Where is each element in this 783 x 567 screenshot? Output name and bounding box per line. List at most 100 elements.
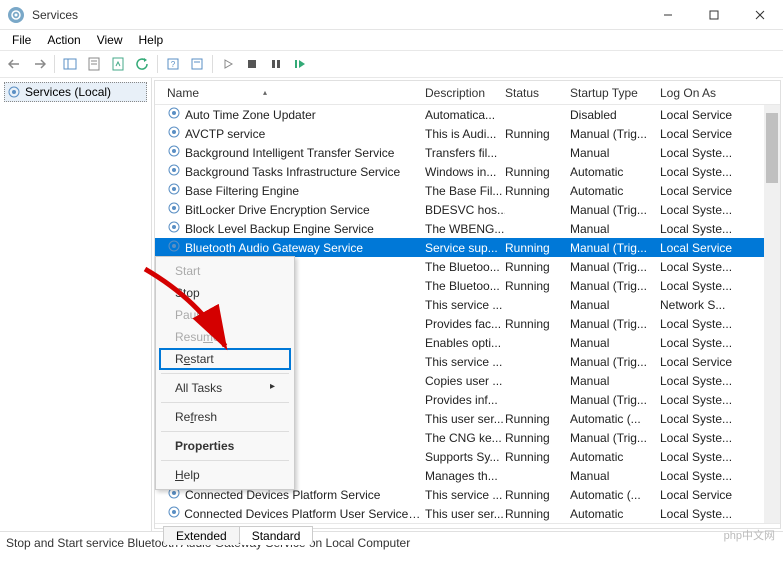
show-hide-tree-button[interactable]: [59, 53, 81, 75]
service-desc: This user ser...: [425, 507, 505, 521]
service-logon: Local Syste...: [660, 469, 750, 483]
ctx-resume: Resume: [159, 326, 291, 348]
service-row[interactable]: Connected Devices Platform User Service_…: [155, 504, 780, 523]
service-desc: This user ser...: [425, 412, 505, 426]
service-logon: Local Service: [660, 127, 750, 141]
service-startup: Manual (Trig...: [570, 355, 660, 369]
maximize-button[interactable]: [691, 0, 737, 30]
service-status: Running: [505, 165, 570, 179]
service-status: Running: [505, 127, 570, 141]
service-logon: Local Service: [660, 108, 750, 122]
ctx-all-tasks[interactable]: All Tasks: [159, 377, 291, 399]
service-desc: Supports Sy...: [425, 450, 505, 464]
service-row[interactable]: Background Tasks Infrastructure ServiceW…: [155, 162, 780, 181]
service-logon: Local Service: [660, 355, 750, 369]
stop-service-button[interactable]: [241, 53, 263, 75]
service-status: Running: [505, 317, 570, 331]
ctx-refresh[interactable]: Refresh: [159, 406, 291, 428]
ctx-sep3: [161, 431, 289, 432]
watermark: php中文网: [724, 527, 775, 543]
service-desc: BDESVC hos...: [425, 203, 505, 217]
service-startup: Manual (Trig...: [570, 203, 660, 217]
forward-button[interactable]: [28, 53, 50, 75]
help-button[interactable]: ?: [162, 53, 184, 75]
service-logon: Local Service: [660, 241, 750, 255]
menu-view[interactable]: View: [89, 31, 131, 49]
service-row[interactable]: Bluetooth Audio Gateway ServiceService s…: [155, 238, 780, 257]
service-row[interactable]: Auto Time Zone UpdaterAutomatica...Disab…: [155, 105, 780, 124]
service-desc: Enables opti...: [425, 336, 505, 350]
service-desc: The CNG ke...: [425, 431, 505, 445]
service-logon: Local Syste...: [660, 412, 750, 426]
close-button[interactable]: [737, 0, 783, 30]
service-logon: Local Syste...: [660, 450, 750, 464]
menu-help[interactable]: Help: [131, 31, 172, 49]
service-startup: Manual: [570, 146, 660, 160]
ctx-stop[interactable]: Stop: [159, 282, 291, 304]
service-row[interactable]: BitLocker Drive Encryption ServiceBDESVC…: [155, 200, 780, 219]
service-name: Base Filtering Engine: [185, 184, 299, 198]
start-service-button[interactable]: [217, 53, 239, 75]
service-name: Connected Devices Platform User Service_…: [184, 507, 425, 521]
menu-file[interactable]: File: [4, 31, 39, 49]
col-status-header[interactable]: Status: [505, 86, 570, 100]
ctx-restart[interactable]: Restart: [159, 348, 291, 370]
ctx-sep1: [161, 373, 289, 374]
tree-pane: Services (Local): [0, 78, 152, 531]
menu-action[interactable]: Action: [39, 31, 88, 49]
service-logon: Local Syste...: [660, 431, 750, 445]
service-row[interactable]: Block Level Backup Engine ServiceThe WBE…: [155, 219, 780, 238]
service-startup: Automatic: [570, 507, 660, 521]
service-name: Block Level Backup Engine Service: [185, 222, 374, 236]
ctx-help[interactable]: Help: [159, 464, 291, 486]
gear-icon: [167, 220, 181, 237]
tree-root-item[interactable]: Services (Local): [4, 82, 147, 102]
back-button[interactable]: [4, 53, 26, 75]
minimize-button[interactable]: [645, 0, 691, 30]
service-desc: This service ...: [425, 355, 505, 369]
scrollbar-thumb[interactable]: [766, 113, 778, 183]
service-status: Running: [505, 431, 570, 445]
col-name-header[interactable]: Name▴: [155, 86, 425, 100]
pause-service-button[interactable]: [265, 53, 287, 75]
scrollbar-track[interactable]: [764, 105, 780, 523]
service-row[interactable]: Background Intelligent Transfer ServiceT…: [155, 143, 780, 162]
restart-service-button[interactable]: [289, 53, 311, 75]
titlebar: Services: [0, 0, 783, 30]
col-desc-header[interactable]: Description: [425, 86, 505, 100]
toolbar: ?: [0, 50, 783, 78]
service-desc: The Base Fil...: [425, 184, 505, 198]
service-startup: Manual (Trig...: [570, 260, 660, 274]
service-logon: Local Syste...: [660, 317, 750, 331]
column-headers: Name▴ Description Status Startup Type Lo…: [155, 81, 780, 105]
ctx-start: Start: [159, 260, 291, 282]
service-startup: Automatic (...: [570, 488, 660, 502]
export-button[interactable]: [107, 53, 129, 75]
service-logon: Local Syste...: [660, 374, 750, 388]
col-logon-header[interactable]: Log On As: [660, 86, 750, 100]
service-startup: Manual: [570, 374, 660, 388]
service-logon: Network S...: [660, 298, 750, 312]
service-logon: Local Syste...: [660, 279, 750, 293]
service-status: Running: [505, 279, 570, 293]
service-startup: Automatic (...: [570, 412, 660, 426]
service-name: AVCTP service: [185, 127, 265, 141]
service-row[interactable]: Base Filtering Engine The Base Fil...Runn…: [155, 181, 780, 200]
service-status: Running: [505, 184, 570, 198]
refresh-button[interactable]: [131, 53, 153, 75]
help2-button[interactable]: [186, 53, 208, 75]
service-name: Bluetooth Audio Gateway Service: [185, 241, 363, 255]
tab-standard[interactable]: Standard: [239, 526, 314, 545]
service-name: Background Tasks Infrastructure Service: [185, 165, 400, 179]
properties-button[interactable]: [83, 53, 105, 75]
service-status: Running: [505, 412, 570, 426]
tab-extended[interactable]: Extended: [163, 526, 240, 545]
service-row[interactable]: AVCTP serviceThis is Audi...RunningManua…: [155, 124, 780, 143]
gear-icon: [167, 182, 181, 199]
service-logon: Local Service: [660, 488, 750, 502]
menubar: File Action View Help: [0, 30, 783, 50]
service-logon: Local Syste...: [660, 507, 750, 521]
service-name: Auto Time Zone Updater: [185, 108, 316, 122]
ctx-properties[interactable]: Properties: [159, 435, 291, 457]
col-startup-header[interactable]: Startup Type: [570, 86, 660, 100]
